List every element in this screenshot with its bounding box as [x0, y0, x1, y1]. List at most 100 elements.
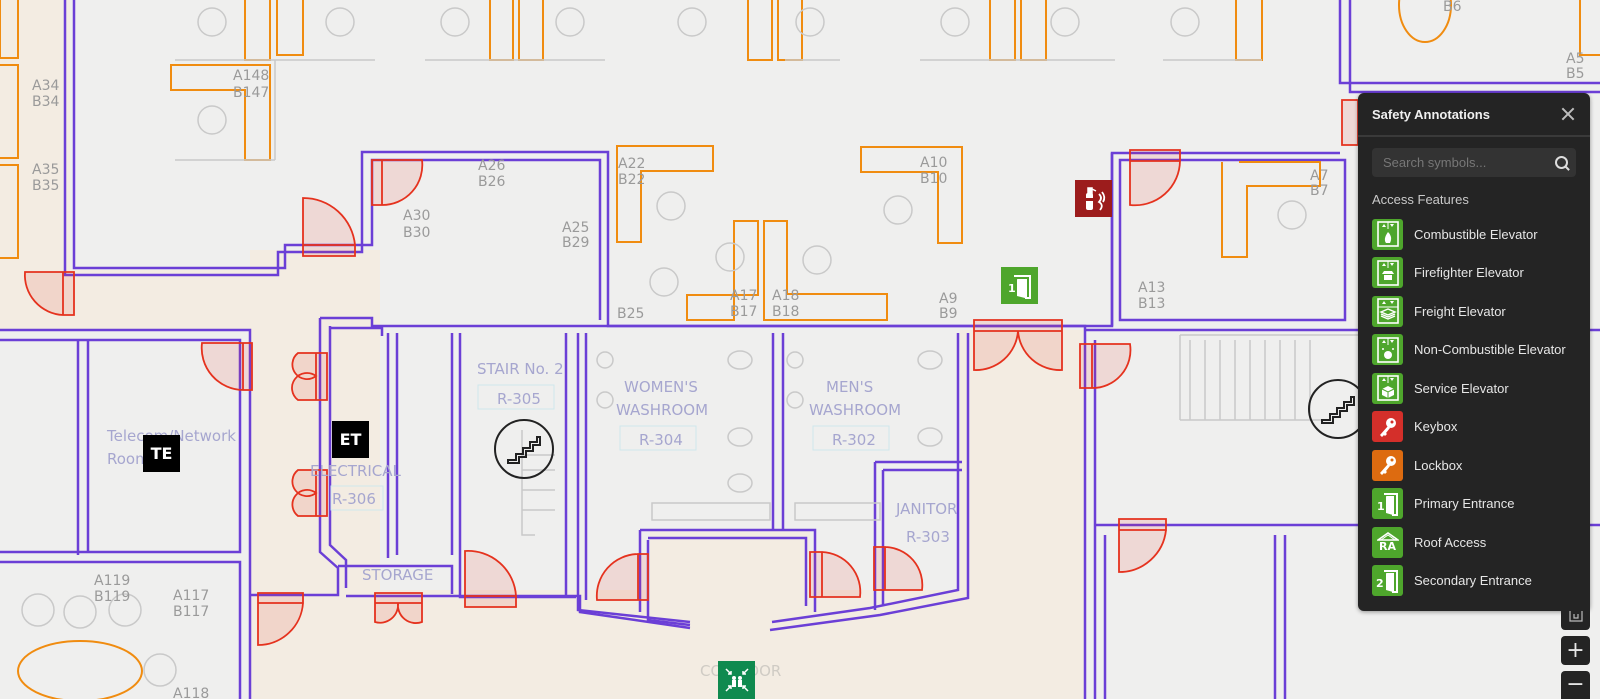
- room-name-stair: STAIR No. 2: [477, 360, 564, 378]
- primary-entrance-icon: 1: [1372, 488, 1403, 520]
- room-label: B29: [562, 235, 589, 251]
- search-box: [1372, 148, 1576, 177]
- room-code: R-302: [832, 431, 876, 449]
- panel-title: Safety Annotations: [1372, 106, 1490, 122]
- room-label: A118: [173, 686, 209, 699]
- room-label: A10: [920, 155, 947, 171]
- secondary-entrance-icon: 2: [1372, 565, 1403, 597]
- symbol-item-service-elevator[interactable]: Service Elevator: [1358, 369, 1590, 408]
- room-label: B13: [1138, 296, 1165, 312]
- freight-elevator-icon: [1372, 295, 1403, 327]
- combustible-elevator-icon: [1372, 218, 1403, 250]
- non-combustible-elevator-icon: [1372, 334, 1403, 366]
- room-label: B18: [772, 304, 799, 320]
- room-label: B117: [173, 604, 209, 620]
- room-label: B35: [32, 178, 59, 194]
- zoom-out-button[interactable]: −: [1561, 671, 1590, 699]
- room-name-mens-washroom: WASHROOM: [809, 401, 901, 419]
- symbol-item-non-combustible-elevator[interactable]: Non-Combustible Elevator: [1358, 331, 1590, 370]
- svg-text:2: 2: [1376, 577, 1384, 590]
- symbol-label: Non-Combustible Elevator: [1414, 342, 1566, 358]
- symbol-label: Lockbox: [1414, 457, 1463, 473]
- room-name-storage: STORAGE: [362, 566, 433, 584]
- room-label: A22: [618, 156, 645, 172]
- room-name-womens-washroom: WASHROOM: [616, 401, 708, 419]
- roof-access-icon: RA: [1372, 526, 1403, 558]
- symbol-item-keybox[interactable]: Keybox: [1358, 408, 1590, 447]
- symbol-item-roof-access[interactable]: RA Roof Access: [1358, 523, 1590, 562]
- room-code: R-304: [639, 431, 683, 449]
- room-label: A7: [1310, 168, 1328, 184]
- room-name-mens-washroom: MEN'S: [826, 378, 873, 396]
- primary-entrance-icon[interactable]: 1: [1001, 267, 1038, 304]
- symbol-item-firefighter-elevator[interactable]: Firefighter Elevator: [1358, 254, 1590, 293]
- symbol-label: Service Elevator: [1414, 380, 1509, 396]
- room-label: A30: [403, 208, 430, 224]
- fit-to-screen-button[interactable]: [1561, 601, 1590, 630]
- symbol-item-combustible-elevator[interactable]: Combustible Elevator: [1358, 215, 1590, 254]
- search-icon[interactable]: [1555, 156, 1568, 169]
- fit-screen-icon: [1568, 610, 1583, 622]
- assembly-point-icon[interactable]: [718, 661, 755, 699]
- symbol-item-lockbox[interactable]: Lockbox: [1358, 446, 1590, 485]
- room-name-electrical: ELECTRICAL: [310, 462, 402, 480]
- electrical-marker[interactable]: ET: [332, 421, 369, 458]
- search-input[interactable]: [1372, 155, 1576, 170]
- room-name-janitor: JANITOR: [895, 500, 957, 518]
- zoom-in-button[interactable]: +: [1561, 636, 1590, 665]
- room-label: A25: [562, 220, 589, 236]
- stairs-icon[interactable]: [494, 419, 554, 479]
- section-title-access-features: Access Features: [1372, 192, 1469, 207]
- svg-text:1: 1: [1008, 282, 1016, 295]
- room-label: B7: [1310, 183, 1329, 199]
- telecom-marker[interactable]: TE: [143, 435, 180, 472]
- room-label: B10: [920, 171, 947, 187]
- symbol-label: Primary Entrance: [1414, 496, 1515, 512]
- svg-text:1: 1: [1377, 500, 1385, 513]
- panel-header: Safety Annotations: [1358, 93, 1590, 137]
- symbol-item-freight-elevator[interactable]: Freight Elevator: [1358, 292, 1590, 331]
- fire-extinguisher-icon[interactable]: [1075, 180, 1112, 217]
- room-label: A9: [939, 291, 957, 307]
- firefighter-elevator-icon: [1372, 257, 1403, 289]
- room-label: A18: [772, 288, 799, 304]
- room-label: B17: [730, 304, 757, 320]
- room-label: B34: [32, 94, 60, 110]
- roof-access-text: RA: [1379, 539, 1396, 553]
- room-label: B147: [233, 85, 269, 101]
- key-icon: [1372, 449, 1403, 481]
- key-icon: [1372, 411, 1403, 443]
- room-code: R-303: [906, 528, 950, 546]
- room-label: A117: [173, 588, 209, 604]
- plus-icon: +: [1566, 637, 1585, 663]
- room-code: R-305: [497, 390, 541, 408]
- room-label: B25: [617, 306, 644, 322]
- symbol-label: Roof Access: [1414, 534, 1487, 550]
- symbol-label: Secondary Entrance: [1414, 573, 1532, 589]
- room-label: B9: [939, 306, 958, 322]
- room-label: B22: [618, 172, 645, 188]
- symbol-item-secondary-entrance[interactable]: 2 Secondary Entrance: [1358, 562, 1590, 601]
- room-label: A17: [730, 288, 757, 304]
- symbol-item-primary-entrance[interactable]: 1 Primary Entrance: [1358, 485, 1590, 524]
- safety-annotations-panel: Safety Annotations Access Features Combu…: [1358, 93, 1590, 611]
- room-label: A26: [478, 158, 505, 174]
- room-label: A119: [94, 573, 130, 589]
- room-label: A13: [1138, 280, 1165, 296]
- room-label: B30: [403, 225, 430, 241]
- room-label: A148: [233, 68, 269, 84]
- room-label: A34: [32, 78, 59, 94]
- symbol-label: Firefighter Elevator: [1414, 265, 1524, 281]
- room-code: R-306: [332, 490, 376, 508]
- symbol-label: Keybox: [1414, 419, 1458, 435]
- room-label: B6: [1443, 0, 1462, 15]
- room-label: B5: [1566, 66, 1585, 82]
- room-label: B119: [94, 589, 130, 605]
- service-elevator-icon: [1372, 372, 1403, 404]
- close-icon[interactable]: [1560, 106, 1576, 122]
- symbol-label: Freight Elevator: [1414, 303, 1506, 319]
- room-label: A5: [1566, 51, 1584, 67]
- room-name-womens-washroom: WOMEN'S: [624, 378, 698, 396]
- minus-icon: −: [1566, 672, 1585, 697]
- symbol-label: Combustible Elevator: [1414, 226, 1538, 242]
